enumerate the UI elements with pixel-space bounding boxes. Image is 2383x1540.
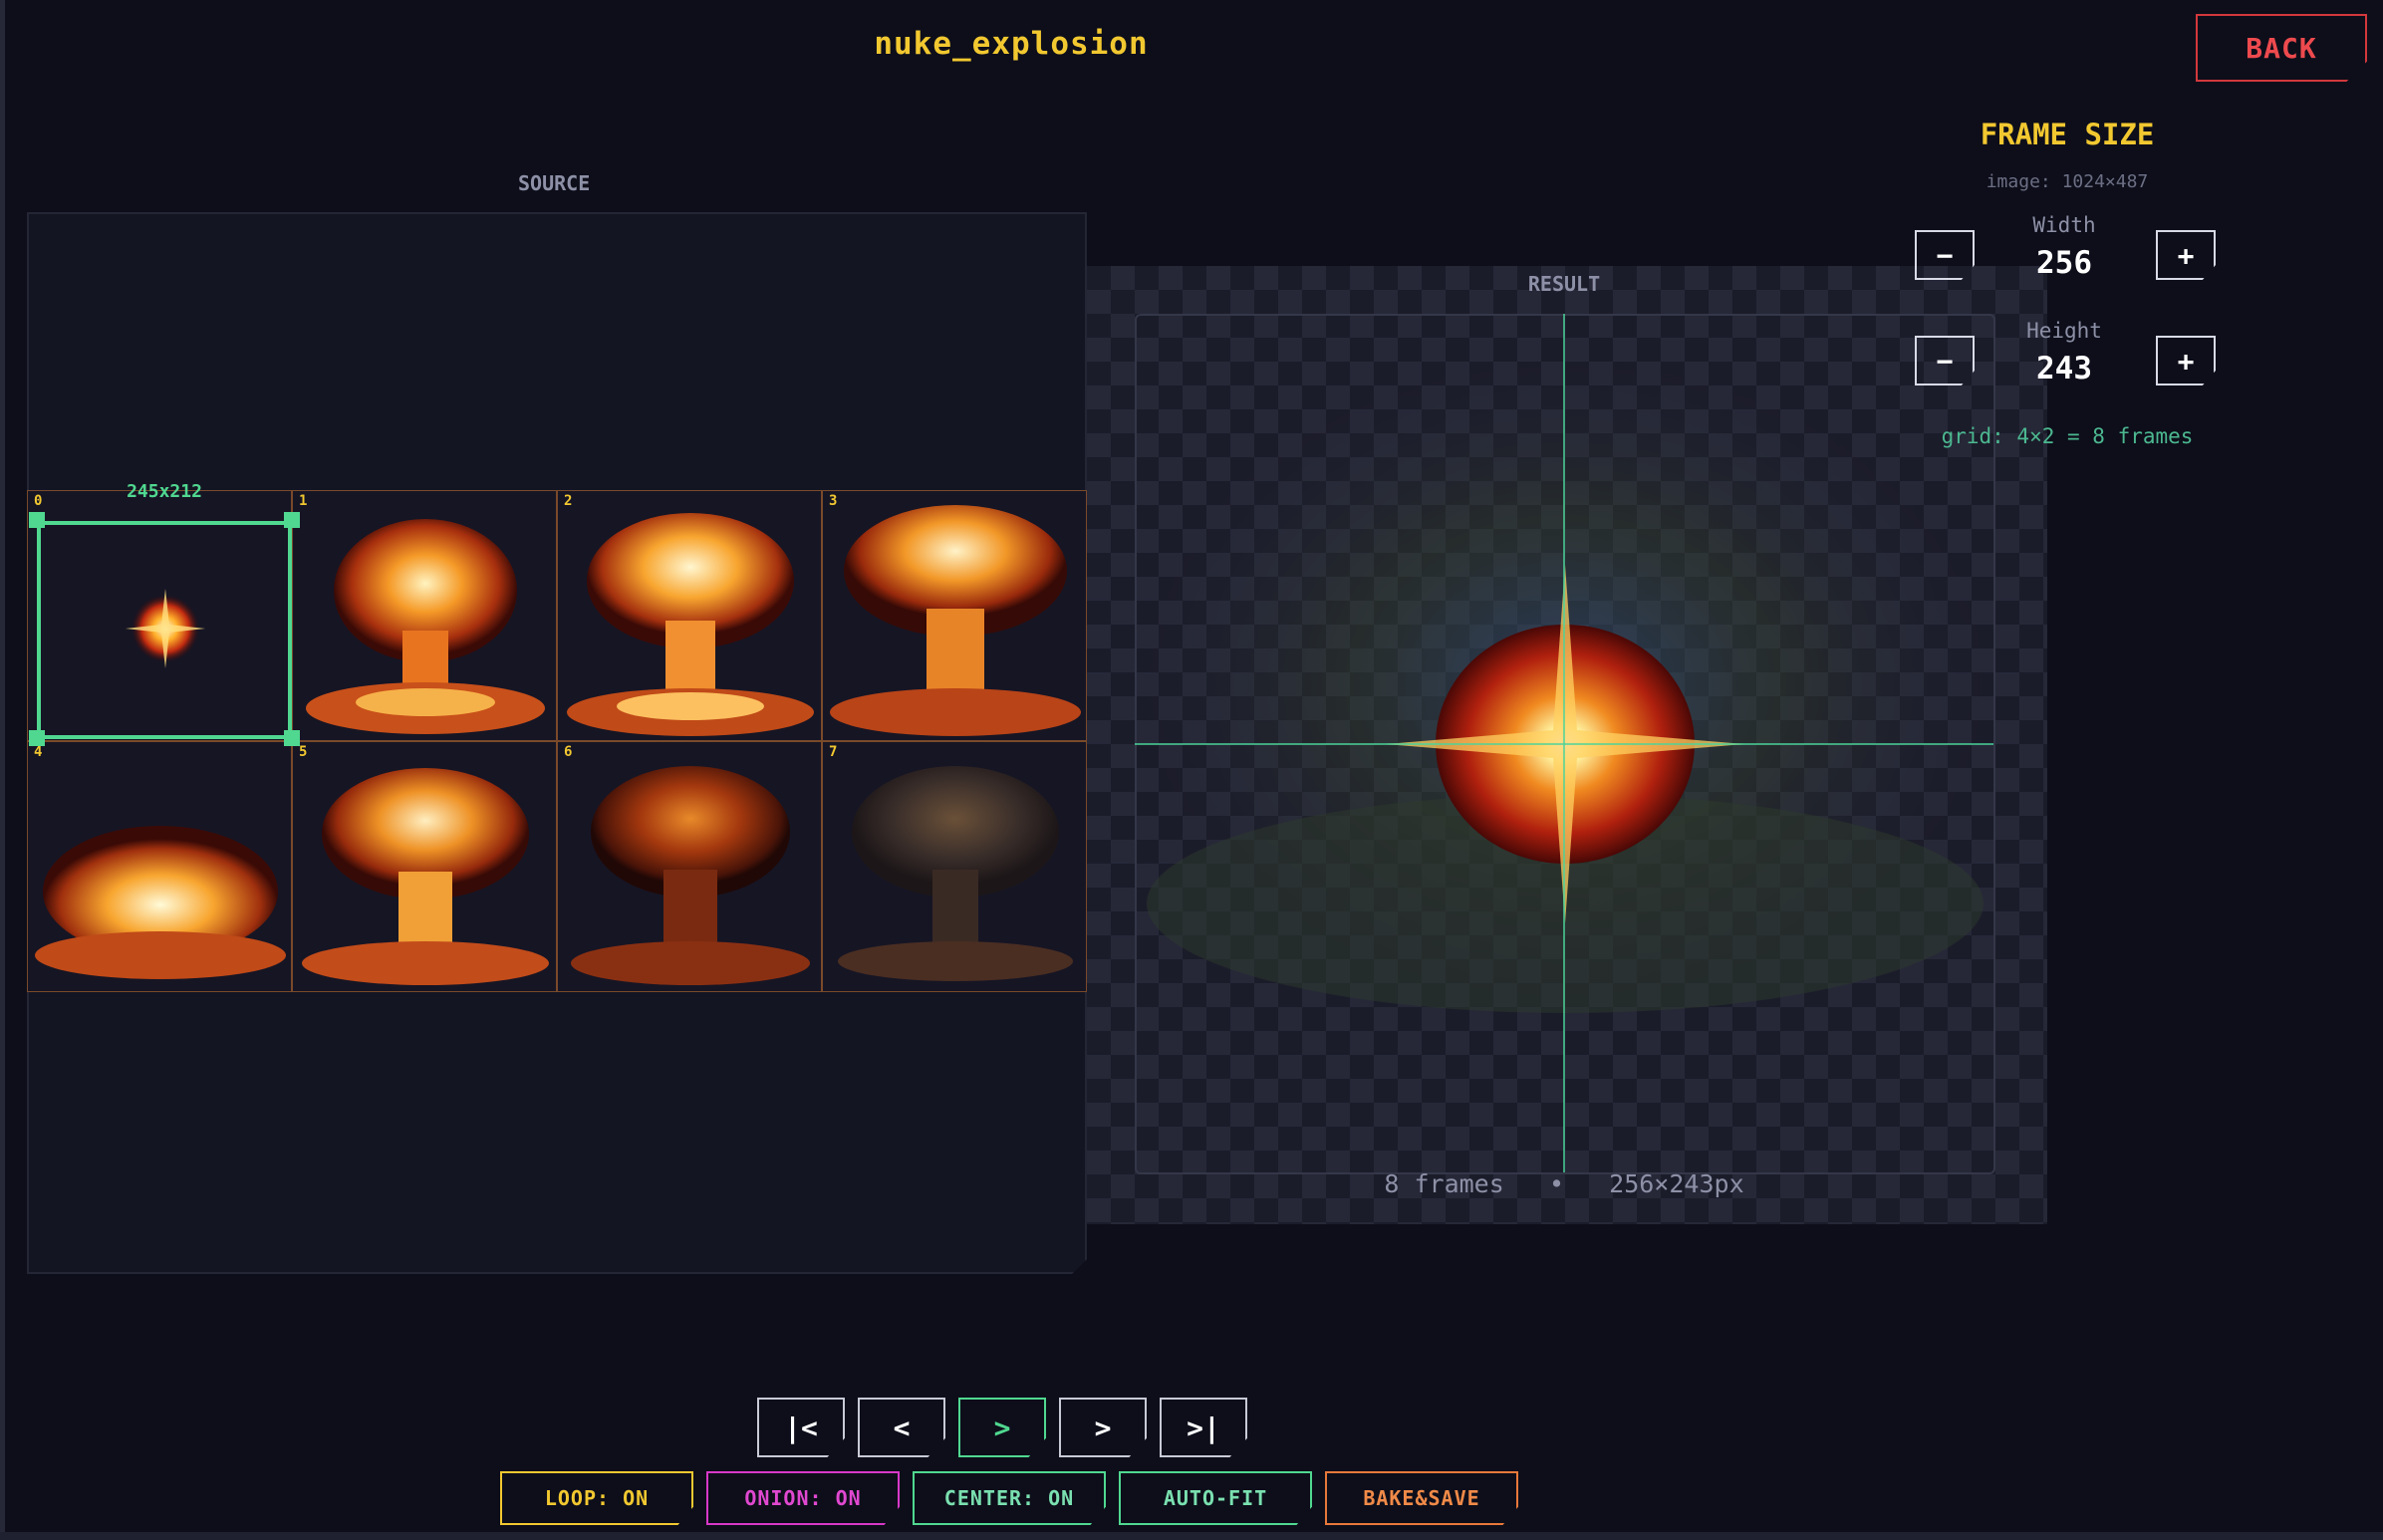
window-bottom-edge — [0, 1532, 2383, 1540]
resize-handle-top-right[interactable] — [284, 512, 300, 528]
mushroom-sprite — [35, 826, 286, 979]
resize-handle-top-left[interactable] — [29, 512, 45, 528]
onion-skin-toggle[interactable]: ONION: ON — [706, 1471, 900, 1525]
source-label: SOURCE — [518, 171, 591, 195]
center-toggle[interactable]: CENTER: ON — [913, 1471, 1106, 1525]
mushroom-sprite — [306, 519, 545, 734]
mushroom-sprite — [571, 766, 810, 985]
frame-cell-6[interactable]: 6 — [557, 741, 822, 992]
mushroom-sprite — [302, 768, 549, 985]
frame-index: 3 — [829, 493, 838, 509]
result-label: RESULT — [1527, 272, 1601, 296]
mushroom-sprite — [567, 513, 814, 736]
result-info: 8 frames • 256×243px — [1355, 1169, 1773, 1198]
result-pixel-size: 256×243px — [1609, 1169, 1744, 1198]
selection-size-label: 245x212 — [127, 481, 202, 502]
resize-handle-bottom-left[interactable] — [29, 730, 45, 746]
result-frame-count: 8 frames — [1384, 1169, 1504, 1198]
frame-index: 6 — [564, 744, 573, 760]
frame-cell-3[interactable]: 3 — [822, 490, 1087, 741]
animation-title: nuke_explosion — [874, 26, 1149, 62]
frame-cell-5[interactable]: 5 — [292, 741, 557, 992]
height-increase-button[interactable]: + — [2156, 336, 2216, 385]
image-dimensions: image: 1024×487 — [1986, 171, 2149, 192]
back-button[interactable]: BACK — [2196, 14, 2367, 82]
smoke-sprite — [838, 766, 1073, 981]
frame-index: 5 — [299, 744, 308, 760]
frame-index: 1 — [299, 493, 308, 509]
frame-selection-box[interactable] — [37, 521, 292, 739]
frame-size-title: FRAME SIZE — [1980, 118, 2155, 151]
resize-handle-bottom-right[interactable] — [284, 730, 300, 746]
frame-index: 4 — [34, 744, 43, 760]
last-frame-button[interactable]: >| — [1160, 1398, 1247, 1457]
mushroom-sprite — [830, 505, 1081, 736]
height-value: 243 — [2036, 351, 2092, 386]
frame-index: 7 — [829, 744, 838, 760]
window-left-edge — [0, 0, 5, 1540]
frame-cell-1[interactable]: 1 — [292, 490, 557, 741]
previous-frame-button[interactable]: < — [858, 1398, 945, 1457]
frame-index: 0 — [34, 493, 43, 509]
next-frame-button[interactable]: > — [1059, 1398, 1147, 1457]
frame-cell-7[interactable]: 7 — [822, 741, 1087, 992]
width-value: 256 — [2036, 245, 2092, 281]
bake-save-button[interactable]: BAKE&SAVE — [1325, 1471, 1518, 1525]
first-frame-button[interactable]: |< — [757, 1398, 845, 1457]
auto-fit-button[interactable]: AUTO-FIT — [1119, 1471, 1312, 1525]
frame-index: 2 — [564, 493, 573, 509]
width-increase-button[interactable]: + — [2156, 230, 2216, 280]
grid-info: grid: 4×2 = 8 frames — [1941, 424, 2194, 448]
width-label: Width — [2032, 213, 2096, 237]
loop-toggle[interactable]: LOOP: ON — [500, 1471, 693, 1525]
frame-cell-4[interactable]: 4 — [27, 741, 292, 992]
play-button[interactable]: > — [958, 1398, 1046, 1457]
frame-cell-2[interactable]: 2 — [557, 490, 822, 741]
result-separator: • — [1548, 1169, 1564, 1198]
height-label: Height — [2026, 319, 2102, 343]
center-crosshair-horizontal — [1135, 743, 1993, 745]
